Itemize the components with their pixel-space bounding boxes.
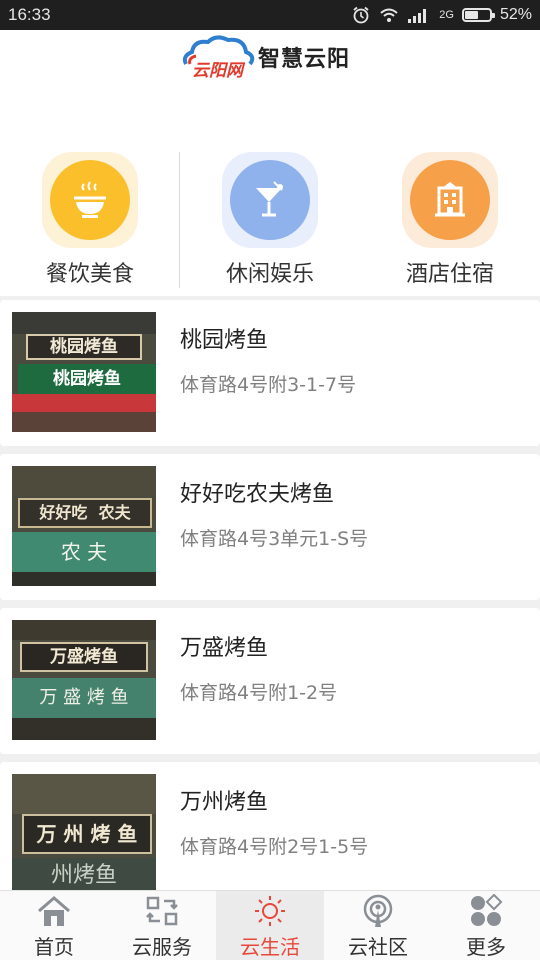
restaurant-name: 好好吃农夫烤鱼	[180, 482, 335, 507]
status-time: 16:33	[8, 5, 51, 24]
category-hotel[interactable]: 酒店住宿	[360, 152, 540, 292]
logo-text: 云阳网	[192, 61, 243, 81]
restaurant-name: 桃园烤鱼	[180, 328, 269, 353]
cloud-logo-icon: 云阳网	[180, 34, 256, 81]
service-arrows-icon	[146, 896, 178, 926]
category-leisure-label: 休闲娱乐	[225, 262, 314, 287]
home-icon	[38, 896, 70, 926]
category-hotel-label: 酒店住宿	[405, 262, 494, 287]
app-header: 云阳网 智慧云阳 餐饮美食 休闲娱乐 酒店住宿	[0, 30, 540, 296]
restaurant-photo: 桃园烤鱼 桃园烤鱼	[12, 312, 156, 432]
restaurant-name: 万盛烤鱼	[180, 636, 269, 661]
category-food-label: 餐饮美食	[45, 262, 134, 287]
category-food[interactable]: 餐饮美食	[0, 152, 180, 292]
tab-more-label: 更多	[466, 935, 506, 959]
network-label: 2G	[439, 9, 454, 21]
cocktail-icon	[230, 160, 310, 240]
wifi-icon	[380, 8, 398, 22]
more-dots-icon	[471, 894, 503, 926]
restaurant-address: 体育路4号附1-2号	[180, 682, 338, 704]
tab-home[interactable]: 首页	[0, 891, 108, 960]
noodle-bowl-icon	[50, 160, 130, 240]
brand-logo[interactable]: 云阳网 智慧云阳	[180, 34, 351, 81]
restaurant-photo: 好好吃 农夫 农 夫	[12, 466, 156, 586]
community-pin-icon	[363, 894, 393, 927]
page-title: 智慧云阳	[258, 47, 351, 72]
list-item[interactable]: 万 州 烤 鱼 州烤鱼 万州烤鱼 体育路4号附2号1-5号	[0, 762, 540, 890]
tab-home-label: 首页	[34, 935, 74, 959]
tab-service[interactable]: 云服务	[108, 891, 216, 960]
category-leisure[interactable]: 休闲娱乐	[180, 152, 360, 292]
tab-service-label: 云服务	[132, 935, 192, 959]
category-row: 餐饮美食 休闲娱乐 酒店住宿	[0, 152, 540, 292]
restaurant-photo: 万 州 烤 鱼 州烤鱼	[12, 774, 156, 890]
alarm-icon	[353, 6, 369, 24]
battery-icon	[461, 8, 495, 22]
list-item[interactable]: 万盛烤鱼 万 盛 烤 鱼 万盛烤鱼 体育路4号附1-2号	[0, 608, 540, 754]
restaurant-address: 体育路4号3单元1-S号	[180, 528, 369, 550]
list-item[interactable]: 好好吃 农夫 农 夫 好好吃农夫烤鱼 体育路4号3单元1-S号	[0, 454, 540, 600]
status-bar: 16:33 2G 52%	[0, 0, 540, 30]
signal-icon	[408, 9, 427, 23]
restaurant-address: 体育路4号附2号1-5号	[180, 836, 369, 858]
tab-life-label: 云生活	[240, 935, 300, 959]
restaurant-photo: 万盛烤鱼 万 盛 烤 鱼	[12, 620, 156, 740]
tab-life[interactable]: 云生活	[216, 891, 324, 960]
bottom-navigation: 首页 云服务 云生活 云社区 更多	[0, 890, 540, 960]
sun-icon	[255, 896, 285, 926]
tab-community-label: 云社区	[348, 935, 408, 959]
tab-more[interactable]: 更多	[432, 891, 540, 960]
battery-percent: 52%	[499, 6, 532, 23]
restaurant-list[interactable]: 桃园烤鱼 桃园烤鱼 桃园烤鱼 体育路4号附3-1-7号 好好吃 农夫 农 夫 好…	[0, 296, 540, 890]
hotel-building-icon	[410, 160, 490, 240]
restaurant-name: 万州烤鱼	[180, 790, 269, 815]
tab-community[interactable]: 云社区	[324, 891, 432, 960]
restaurant-address: 体育路4号附3-1-7号	[180, 374, 357, 396]
list-item[interactable]: 桃园烤鱼 桃园烤鱼 桃园烤鱼 体育路4号附3-1-7号	[0, 300, 540, 446]
